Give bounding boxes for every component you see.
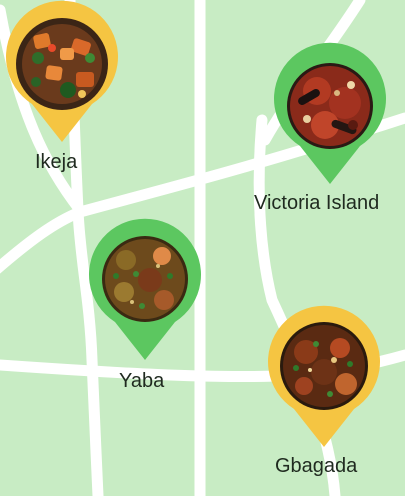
dish-photo-okra-icon — [102, 236, 188, 322]
map-pin-ikeja[interactable] — [5, 0, 118, 142]
pin-label-ikeja: Ikeja — [35, 151, 78, 173]
pin-label-gbagada: Gbagada — [275, 455, 358, 477]
map-pin-victoria-island[interactable] — [274, 42, 386, 184]
dish-photo-efo-icon — [280, 322, 368, 410]
map-pin-yaba[interactable] — [89, 218, 201, 360]
map-canvas[interactable]: Ikeja Victoria Island Yaba Gbagada — [0, 0, 405, 496]
pin-label-yaba: Yaba — [119, 370, 165, 392]
dish-photo-jollof-icon — [287, 63, 373, 149]
pin-label-victoria-island: Victoria Island — [254, 192, 380, 214]
dish-photo-stew-icon — [16, 18, 108, 110]
map-pin-gbagada[interactable] — [268, 305, 380, 447]
